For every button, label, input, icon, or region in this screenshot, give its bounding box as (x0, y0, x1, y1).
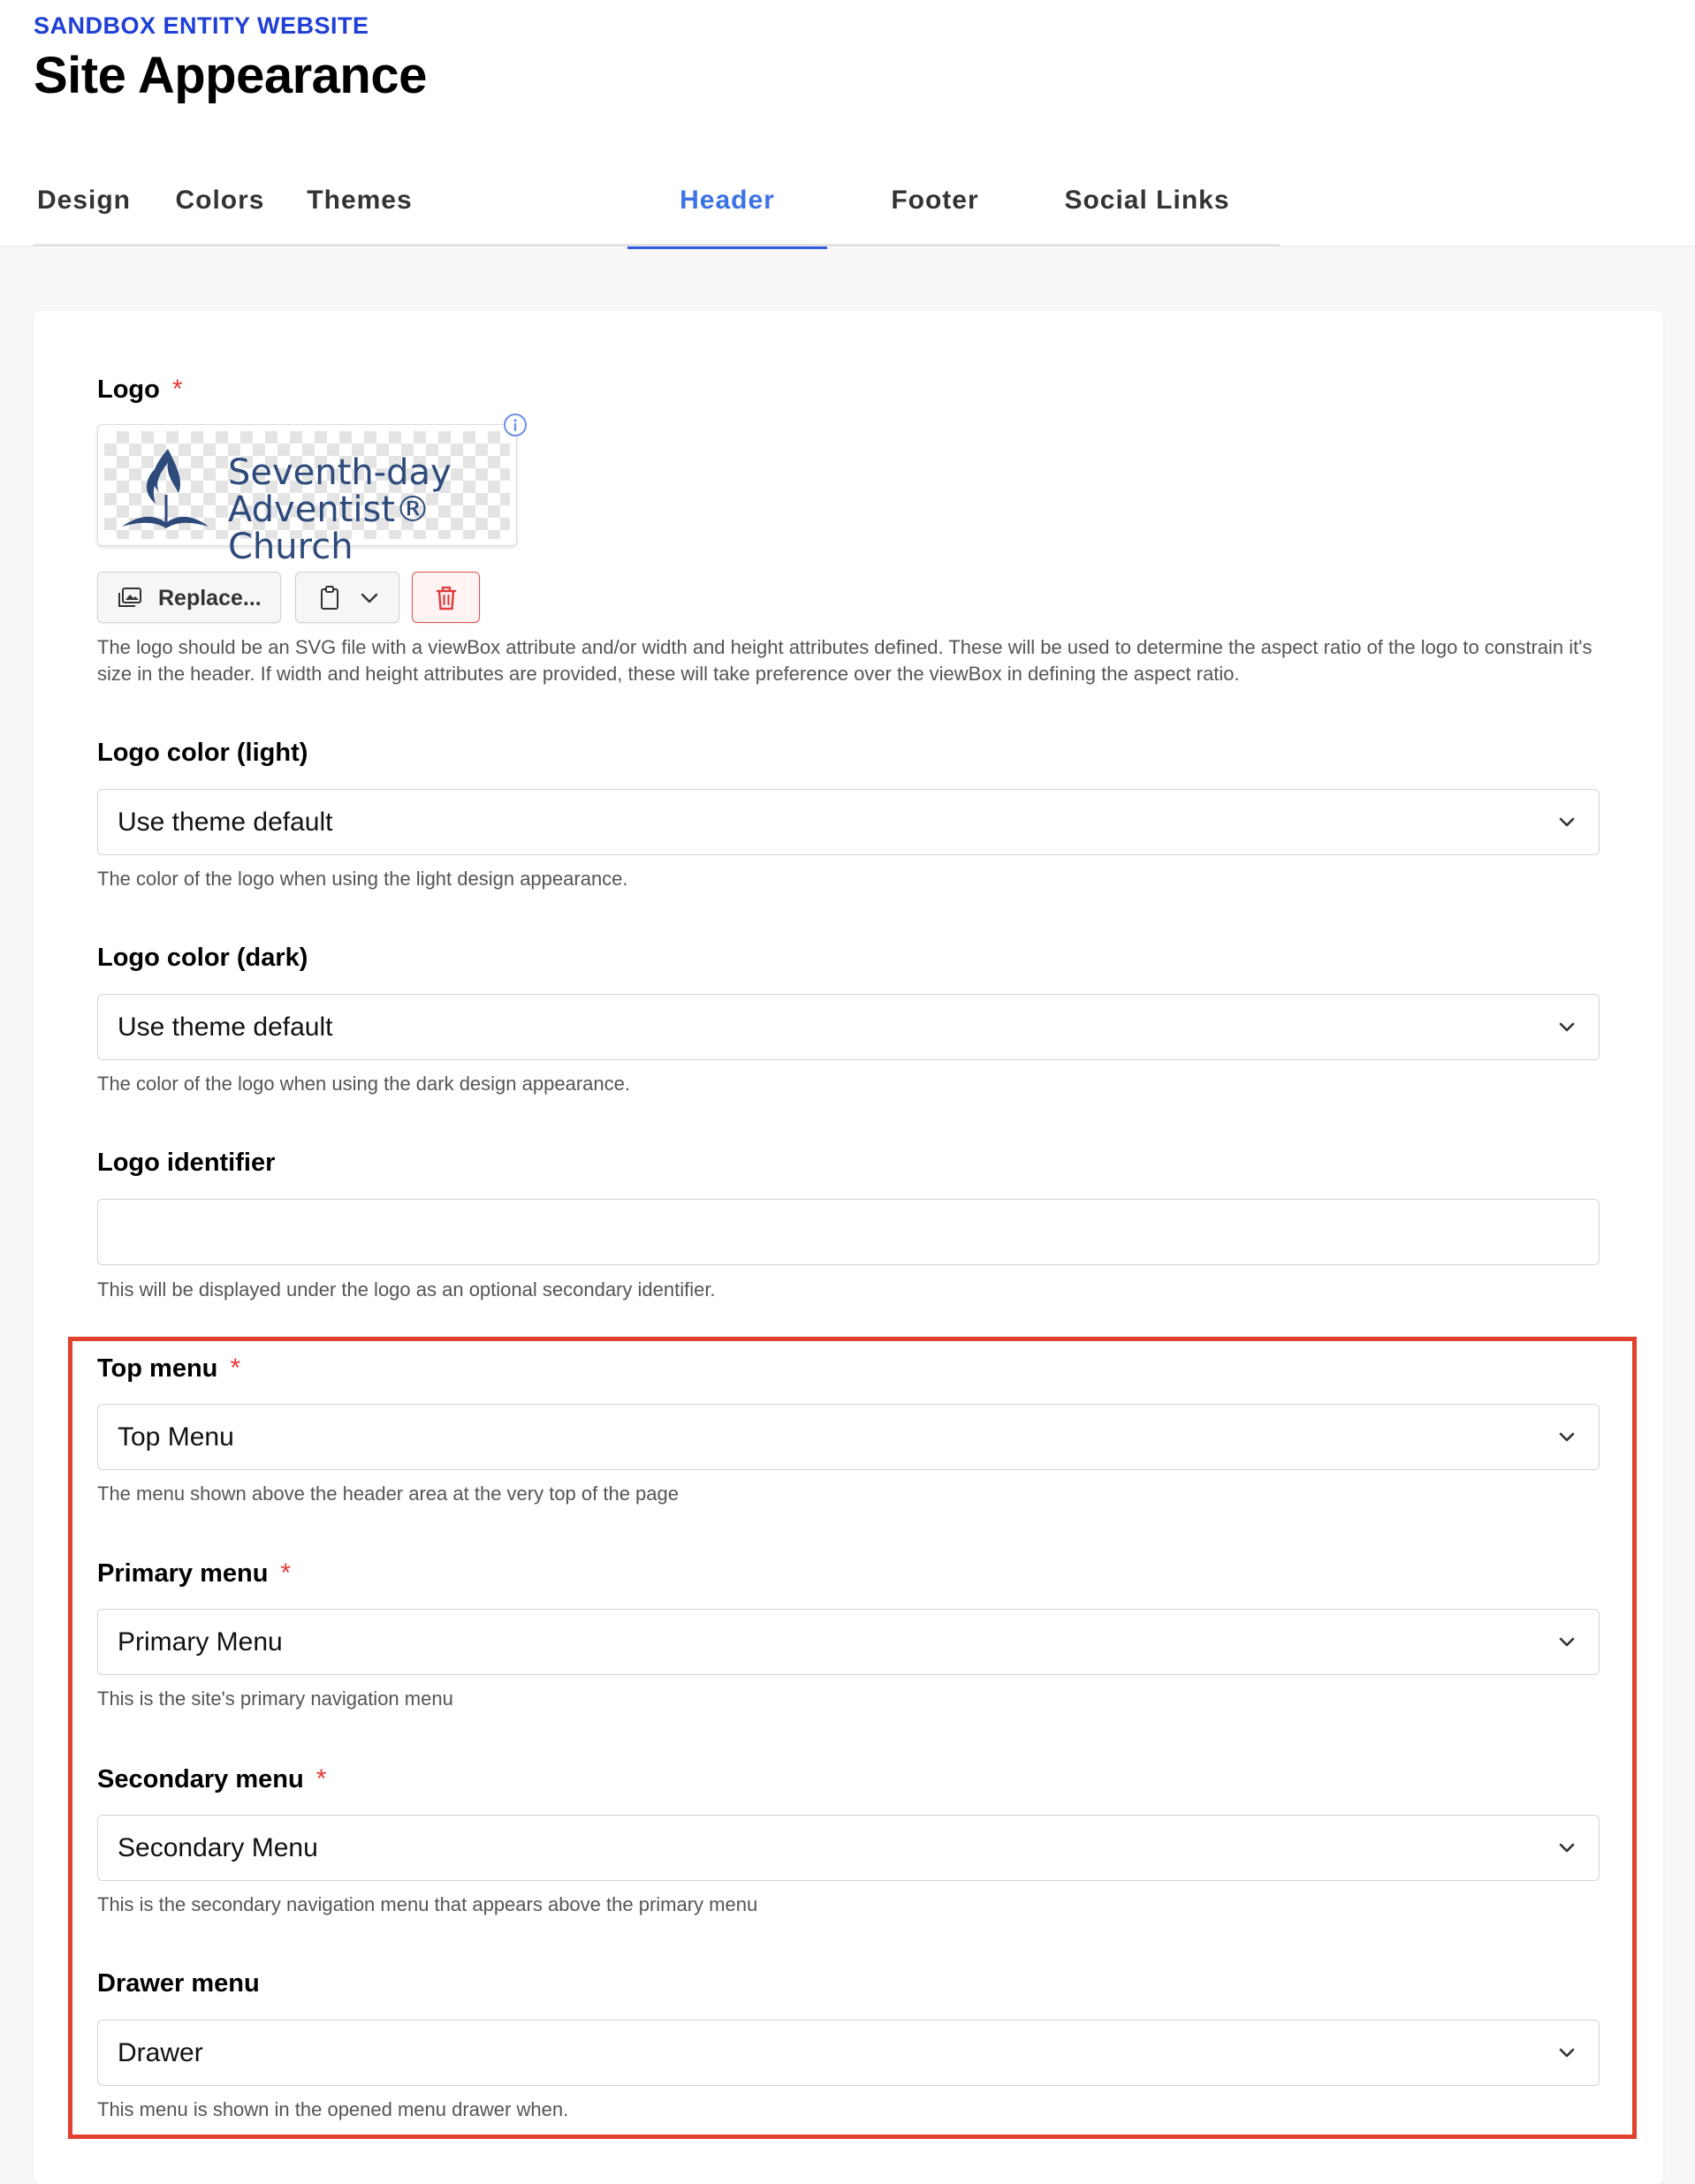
trash-icon (436, 586, 457, 610)
clipboard-icon (321, 586, 338, 610)
logo-color-light-label: Logo color (light) (97, 739, 308, 767)
delete-logo-button[interactable] (412, 572, 480, 623)
logo-help-text: The logo should be an SVG file with a vi… (97, 636, 1592, 685)
logo-label: Logo * (97, 375, 183, 405)
chevron-down-icon (1559, 817, 1575, 827)
logo-preview[interactable]: Seventh-day Adventist® Church (97, 424, 517, 565)
transparent-background: Seventh-day Adventist® Church (104, 431, 510, 565)
logo-wordmark-line1: Seventh-day (228, 452, 452, 493)
logo-flame-icon (122, 449, 209, 528)
logo-color-dark-label: Logo color (dark) (97, 944, 308, 972)
logo-color-dark-help: The color of the logo when using the dar… (97, 1073, 630, 1095)
replace-logo-label: Replace... (158, 586, 262, 610)
menu-settings-highlight (68, 1337, 1637, 2139)
image-icon (118, 588, 141, 607)
logo-wordmark-line2: Adventist® Church (228, 489, 431, 567)
logo-color-light-select[interactable]: Use theme default (97, 789, 1600, 855)
tab-bar: Design Colors Themes Header Footer Socia… (34, 177, 1280, 249)
required-marker: * (171, 375, 183, 404)
logo-identifier-help: This will be displayed under the logo as… (97, 1278, 716, 1301)
logo-color-light-help: The color of the logo when using the lig… (97, 868, 628, 890)
logo-wordmark: Seventh-day Adventist® Church (228, 454, 510, 565)
chevron-down-icon (1559, 1022, 1575, 1032)
chevron-down-icon (361, 593, 378, 603)
logo-color-dark-value: Use theme default (118, 1012, 333, 1042)
logo-identifier-label: Logo identifier (97, 1149, 276, 1177)
tab-header[interactable]: Header (627, 186, 827, 249)
paste-options-button[interactable] (295, 572, 399, 623)
site-name: SANDBOX ENTITY WEBSITE (34, 12, 369, 39)
tab-themes[interactable]: Themes (277, 186, 442, 246)
page-header: SANDBOX ENTITY WEBSITE Site Appearance D… (0, 0, 1695, 249)
logo-label-text: Logo (97, 375, 160, 404)
logo-identifier-input[interactable] (97, 1199, 1600, 1265)
tab-social-links[interactable]: Social Links (1046, 186, 1248, 246)
tab-footer[interactable]: Footer (864, 186, 1006, 246)
tab-design[interactable]: Design (34, 186, 134, 246)
replace-logo-button[interactable]: Replace... (97, 572, 281, 623)
info-icon[interactable] (502, 412, 528, 438)
page-title: Site Appearance (34, 47, 427, 104)
logo-color-light-value: Use theme default (118, 808, 333, 837)
tab-colors[interactable]: Colors (163, 186, 277, 246)
logo-color-dark-select[interactable]: Use theme default (97, 994, 1600, 1060)
